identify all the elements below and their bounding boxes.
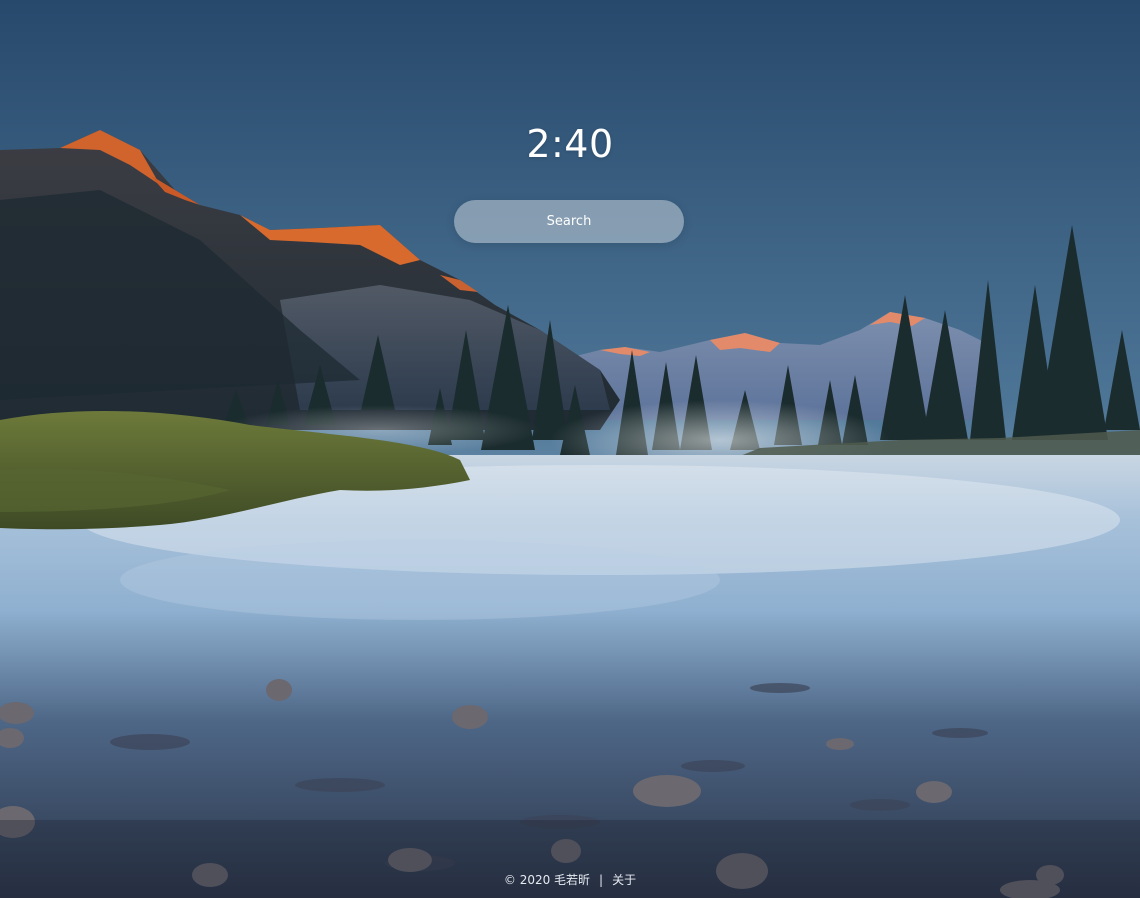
copyright-text: © 2020 毛若昕 [503, 873, 591, 887]
about-link[interactable]: 关于 [612, 873, 636, 887]
footer: © 2020 毛若昕 | 关于 [0, 871, 1140, 888]
footer-separator: | [599, 873, 604, 887]
search-input[interactable] [454, 200, 684, 243]
clock: 2:40 [526, 122, 614, 166]
